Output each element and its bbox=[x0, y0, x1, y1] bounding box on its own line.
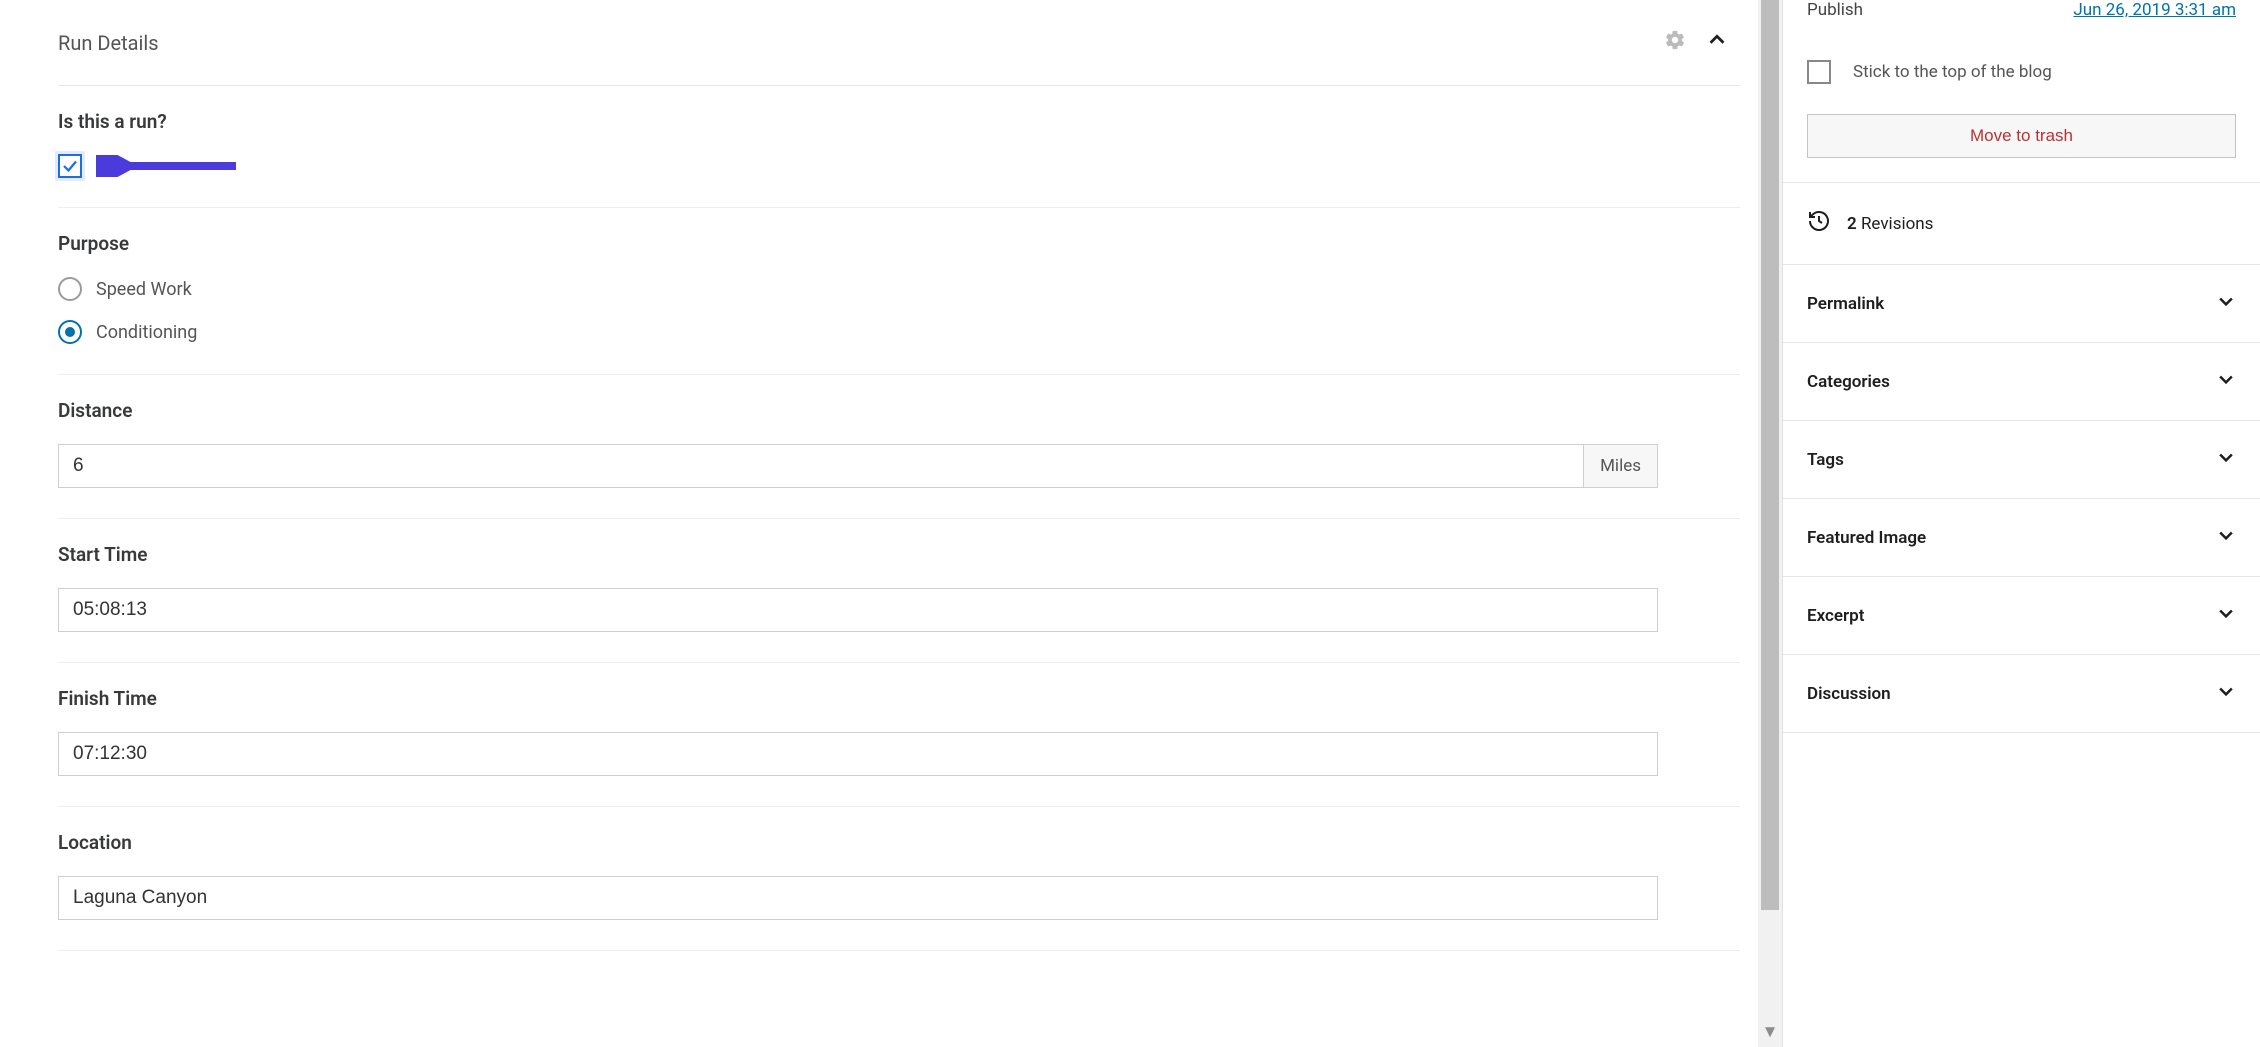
field-label: Purpose bbox=[58, 232, 1740, 255]
panel-permalink[interactable]: Permalink bbox=[1783, 265, 2260, 343]
chevron-down-icon bbox=[2216, 603, 2236, 628]
annotation-arrow-icon bbox=[96, 155, 236, 177]
panel-title: Run Details bbox=[58, 31, 1664, 55]
panel-label: Permalink bbox=[1807, 294, 1884, 314]
distance-unit: Miles bbox=[1583, 445, 1657, 487]
chevron-down-icon bbox=[2216, 447, 2236, 472]
panel-label: Tags bbox=[1807, 450, 1844, 470]
panel-header[interactable]: Run Details bbox=[58, 0, 1740, 86]
publish-row: Publish Jun 26, 2019 3:31 am bbox=[1783, 0, 2260, 38]
panel-excerpt[interactable]: Excerpt bbox=[1783, 577, 2260, 655]
chevron-down-icon bbox=[2216, 369, 2236, 394]
scrollbar-thumb[interactable] bbox=[1761, 0, 1779, 910]
location-input[interactable] bbox=[58, 876, 1658, 920]
chevron-down-icon bbox=[2216, 681, 2236, 706]
panel-label: Discussion bbox=[1807, 684, 1891, 704]
panel-label: Excerpt bbox=[1807, 606, 1864, 626]
field-distance: Distance Miles bbox=[58, 375, 1740, 519]
panel-label: Featured Image bbox=[1807, 528, 1926, 548]
stick-row: Stick to the top of the blog bbox=[1783, 38, 2260, 114]
editor-scrollbar[interactable]: ▼ bbox=[1758, 0, 1782, 1047]
distance-input[interactable] bbox=[59, 445, 1583, 487]
start-time-input[interactable] bbox=[58, 588, 1658, 632]
is-run-checkbox[interactable] bbox=[58, 154, 82, 178]
scroll-down-icon[interactable]: ▼ bbox=[1762, 1024, 1779, 1041]
field-label: Start Time bbox=[58, 543, 1740, 566]
field-start-time: Start Time bbox=[58, 519, 1740, 663]
panel-label: Categories bbox=[1807, 372, 1890, 392]
radio-conditioning[interactable]: Conditioning bbox=[58, 320, 1740, 344]
panel-featured-image[interactable]: Featured Image bbox=[1783, 499, 2260, 577]
radio-speed-work[interactable]: Speed Work bbox=[58, 277, 1740, 301]
field-location: Location bbox=[58, 807, 1740, 951]
radio-label: Conditioning bbox=[96, 322, 197, 343]
chevron-up-icon[interactable] bbox=[1706, 29, 1728, 56]
history-icon bbox=[1807, 209, 1831, 238]
chevron-down-icon bbox=[2216, 525, 2236, 550]
chevron-down-icon bbox=[2216, 291, 2236, 316]
field-label: Finish Time bbox=[58, 687, 1740, 710]
panel-discussion[interactable]: Discussion bbox=[1783, 655, 2260, 733]
revisions-row[interactable]: 2 Revisions bbox=[1783, 183, 2260, 265]
gear-icon[interactable] bbox=[1664, 29, 1686, 56]
finish-time-input[interactable] bbox=[58, 732, 1658, 776]
field-finish-time: Finish Time bbox=[58, 663, 1740, 807]
panel-categories[interactable]: Categories bbox=[1783, 343, 2260, 421]
move-to-trash-button[interactable]: Move to trash bbox=[1807, 114, 2236, 158]
radio-label: Speed Work bbox=[96, 279, 192, 300]
revisions-label: Revisions bbox=[1861, 214, 1934, 234]
stick-checkbox[interactable] bbox=[1807, 60, 1831, 84]
field-label: Distance bbox=[58, 399, 1740, 422]
field-label: Is this a run? bbox=[58, 110, 1740, 133]
document-sidebar: Publish Jun 26, 2019 3:31 am Stick to th… bbox=[1782, 0, 2260, 1047]
panel-tags[interactable]: Tags bbox=[1783, 421, 2260, 499]
stick-label: Stick to the top of the blog bbox=[1853, 62, 2052, 82]
publish-label: Publish bbox=[1807, 0, 1863, 20]
publish-date-link[interactable]: Jun 26, 2019 3:31 am bbox=[2073, 0, 2236, 20]
field-purpose: Purpose Speed Work Conditioning bbox=[58, 208, 1740, 375]
revisions-count: 2 bbox=[1847, 214, 1857, 234]
editor-main: Run Details Is this a run? bbox=[0, 0, 1758, 1047]
field-is-run: Is this a run? bbox=[58, 86, 1740, 208]
field-label: Location bbox=[58, 831, 1740, 854]
